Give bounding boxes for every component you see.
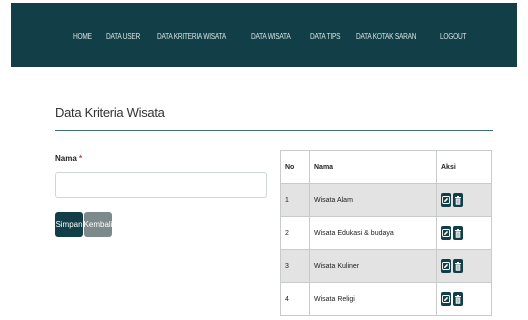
row-actions [436, 216, 492, 250]
trash-icon[interactable] [453, 292, 463, 306]
row-nama: Wisata Alam [309, 183, 437, 217]
nav-item-data-tips[interactable]: DATA TIPS [310, 32, 340, 41]
title-divider [55, 130, 493, 131]
nama-label: Nama * [55, 154, 82, 163]
nama-input[interactable] [55, 172, 267, 198]
table-row: 2 Wisata Edukasi & budaya [280, 216, 492, 250]
edit-icon[interactable] [441, 193, 451, 207]
save-button[interactable]: Simpan [55, 212, 83, 237]
required-mark: * [79, 154, 83, 163]
edit-icon[interactable] [441, 226, 451, 240]
table-header-row: No Nama Aksi [280, 150, 492, 184]
nav-item-data-wisata[interactable]: DATA WISATA [251, 32, 291, 41]
row-no: 2 [280, 216, 310, 250]
edit-icon[interactable] [441, 292, 451, 306]
nav-item-data-user[interactable]: DATA USER [106, 32, 140, 41]
nav-item-data-kotak-saran[interactable]: DATA KOTAK SARAN [356, 32, 416, 41]
header-aksi: Aksi [436, 150, 492, 184]
row-actions [436, 183, 492, 217]
trash-icon[interactable] [453, 193, 463, 207]
kriteria-table: No Nama Aksi 1 Wisata Alam 2 Wisata Eduk… [280, 150, 492, 316]
row-no: 1 [280, 183, 310, 217]
row-actions [436, 249, 492, 283]
edit-icon[interactable] [441, 259, 451, 273]
header-nama: Nama [309, 150, 437, 184]
back-button[interactable]: Kembali [84, 212, 112, 237]
nav-item-home[interactable]: HOME [73, 32, 92, 41]
table-row: 1 Wisata Alam [280, 183, 492, 217]
table-row: 4 Wisata Religi [280, 282, 492, 316]
row-no: 3 [280, 249, 310, 283]
trash-icon[interactable] [453, 259, 463, 273]
header-no: No [280, 150, 310, 184]
nav-menu: HOME DATA USER DATA KRITERIA WISATA DATA… [73, 32, 482, 41]
row-nama: Wisata Kuliner [309, 249, 437, 283]
row-nama: Wisata Edukasi & budaya [309, 216, 437, 250]
nav-item-data-kriteria-wisata[interactable]: DATA KRITERIA WISATA [157, 32, 226, 41]
page-title: Data Kriteria Wisata [55, 105, 165, 120]
row-no: 4 [280, 282, 310, 316]
row-nama: Wisata Religi [309, 282, 437, 316]
nama-label-text: Nama [55, 154, 77, 163]
table-row: 3 Wisata Kuliner [280, 249, 492, 283]
top-navbar: HOME DATA USER DATA KRITERIA WISATA DATA… [11, 3, 517, 67]
trash-icon[interactable] [453, 226, 463, 240]
row-actions [436, 282, 492, 316]
nav-item-logout[interactable]: LOGOUT [440, 32, 466, 41]
